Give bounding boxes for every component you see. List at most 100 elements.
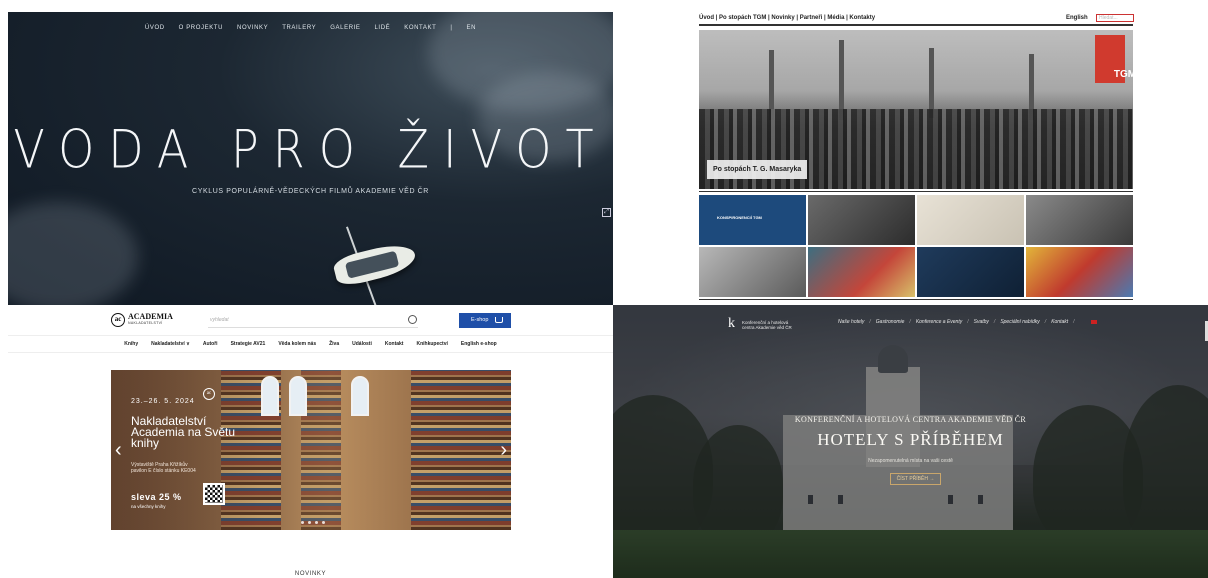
hotely-page: k Konferenční a hotelová centra Akademie… (613, 305, 1208, 578)
window (289, 376, 307, 416)
hero-title: VODA PRO ŽIVOT (13, 117, 608, 181)
hero-caption[interactable]: Po stopách T. G. Masaryka (707, 160, 808, 179)
carousel-dot[interactable] (315, 521, 318, 524)
hero-subtitle: CYKLUS POPULÁRNĚ-VĚDECKÝCH FILMŮ AKADEMI… (192, 188, 429, 195)
menu-item-strategie[interactable]: Strategie AV21 (231, 336, 266, 352)
fullscreen-icon[interactable]: ⤢ (602, 208, 611, 217)
tile-label: KONSPIRONENCIÍ TGM (717, 215, 762, 220)
tgm-logo: TGM (1095, 35, 1133, 83)
search-input[interactable]: vyhledat (208, 314, 418, 328)
menu-item-udalosti[interactable]: Události (352, 336, 372, 352)
boat-image (331, 239, 419, 289)
carousel-next-icon[interactable]: › (500, 440, 507, 460)
main-menu: Knihy Nakladatelství ∨ Autoři Strategie … (8, 335, 613, 353)
hero-subtitle: Nezapomenutelná místa na vaši cestě (868, 458, 953, 464)
menu-item-autori[interactable]: Autoři (203, 336, 218, 352)
nav-item-novinky[interactable]: NOVINKY (237, 25, 268, 31)
nav-item-o-projektu[interactable]: O PROJEKTU (179, 25, 223, 31)
tile-grid: KONSPIRONENCIÍ TGM (699, 195, 1133, 297)
nav-item-lide[interactable]: LIDÉ (375, 25, 391, 31)
menu-item-kontakt[interactable]: Kontakt (385, 336, 404, 352)
tile-photo[interactable] (808, 195, 915, 245)
bookshelf (301, 370, 341, 530)
divider (699, 299, 1133, 300)
banner-logo-icon: ac (203, 388, 215, 400)
flag (839, 40, 844, 120)
carousel-dots (301, 521, 325, 524)
banner-info: Výstaviště Praha Křižíkův pavilon E čísl… (131, 462, 196, 474)
hero-title: HOTELY S PŘÍBĚHEM (817, 430, 1004, 449)
cloud-reflection (8, 202, 138, 305)
kch-logo-icon[interactable]: k (728, 317, 735, 331)
kch-logo-text[interactable]: Konferenční a hotelová centra Akademie v… (742, 320, 792, 330)
banner-sale-sub: na všechny knihy (131, 504, 166, 509)
flag (929, 48, 934, 118)
tile-photo[interactable] (699, 247, 806, 297)
window (261, 376, 279, 416)
hero-kicker: KONFERENČNÍ A HOTELOVÁ CENTRA AKADEMIE V… (794, 415, 1027, 424)
menu-item-ziva[interactable]: Živa (329, 336, 339, 352)
menu-item-knihkupectvi[interactable]: Knihkupectví (416, 336, 447, 352)
hero-photo: Po stopách T. G. Masaryka TGM (699, 30, 1133, 189)
settings-icon[interactable] (408, 315, 417, 324)
academia-logo-name[interactable]: ACADEMIA (128, 313, 173, 321)
carousel-dot[interactable] (308, 521, 311, 524)
tile-konspironencii[interactable]: KONSPIRONENCIÍ TGM (699, 195, 806, 245)
carousel-dot[interactable] (301, 521, 304, 524)
menu-item-english-eshop[interactable]: English e-shop (461, 336, 497, 352)
tgm-page: Úvod | Po stopách TGM | Novinky | Partne… (613, 12, 1208, 305)
tile-collage[interactable] (1026, 247, 1133, 297)
divider (699, 24, 1133, 26)
voda-pro-zivot-page: ÚVOD O PROJEKTU NOVINKY TRAILERY GALERIE… (8, 12, 613, 305)
bookshelf (411, 370, 511, 530)
carousel-prev-icon[interactable]: ‹ (115, 440, 122, 460)
menu-item-knihy[interactable]: Knihy (124, 336, 138, 352)
nav-item-kontakt[interactable]: Kontakt (1051, 319, 1068, 325)
tile-collage[interactable] (808, 247, 915, 297)
window (351, 376, 369, 416)
tile-document[interactable] (917, 195, 1024, 245)
english-flag-icon[interactable] (1091, 320, 1097, 324)
nav-item-konference[interactable]: Konference a Eventy (916, 319, 962, 325)
read-story-button[interactable]: ČÍST PŘÍBĚH → (890, 473, 941, 485)
nav-separator: / (993, 319, 996, 325)
academia-page: ac ACADEMIA NAKLADATELSTVÍ vyhledat E-sh… (8, 305, 613, 578)
top-nav: ÚVOD O PROJEKTU NOVINKY TRAILERY GALERIE… (8, 25, 613, 31)
header: ac ACADEMIA NAKLADATELSTVÍ vyhledat E-sh… (8, 305, 613, 335)
banner-title: Nakladatelství Academia na Světu knihy (131, 414, 236, 450)
top-nav[interactable]: Úvod | Po stopách TGM | Novinky | Partne… (699, 15, 875, 21)
top-nav: Naše hotely / Gastronomie / Konference a E… (838, 319, 1075, 325)
promo-banner[interactable]: ac 23.–26. 5. 2024 Nakladatelství Academ… (111, 370, 511, 530)
nav-separator: / (869, 319, 871, 325)
tgm-logo-text: TGM (1113, 69, 1133, 80)
menu-item-nakladatelstvi[interactable]: Nakladatelství ∨ (151, 336, 190, 352)
nav-separator: / (909, 319, 911, 325)
section-heading-novinky: NOVINKY (294, 571, 327, 577)
nav-item-specialni-nabidky[interactable]: Speciální nabídky (1000, 319, 1039, 325)
academia-logo-icon[interactable]: ac (111, 313, 125, 327)
nav-item-en[interactable]: EN (467, 25, 477, 31)
search-input[interactable]: Hledat... (1096, 14, 1134, 22)
carousel-dot[interactable] (322, 521, 325, 524)
divider (699, 191, 1133, 192)
nav-separator: / (1073, 319, 1075, 325)
eshop-label: E-shop (471, 317, 489, 323)
academia-logo-sub: NAKLADATELSTVÍ (128, 321, 163, 325)
qr-code (203, 483, 225, 505)
tile-photo[interactable] (917, 247, 1024, 297)
nav-item-galerie[interactable]: GALERIE (330, 25, 360, 31)
nav-item-kontakt[interactable]: KONTAKT (404, 25, 436, 31)
nav-item-uvod[interactable]: ÚVOD (145, 25, 165, 31)
nav-item-nase-hotely[interactable]: Naše hotely (838, 319, 864, 325)
nav-separator: / (1044, 319, 1047, 325)
nav-separator: / (967, 319, 969, 325)
banner-sale: sleva 25 % (131, 492, 182, 502)
eshop-button[interactable]: E-shop (459, 313, 511, 328)
tile-photo[interactable] (1026, 195, 1133, 245)
nav-item-gastronomie[interactable]: Gastronomie (876, 319, 905, 325)
nav-item-trailery[interactable]: TRAILERY (282, 25, 316, 31)
nav-item-svatby[interactable]: Svatby (974, 319, 989, 325)
cart-icon (495, 317, 503, 323)
menu-item-veda-kolem-nas[interactable]: Věda kolem nás (278, 336, 316, 352)
language-link[interactable]: English (1066, 15, 1088, 21)
